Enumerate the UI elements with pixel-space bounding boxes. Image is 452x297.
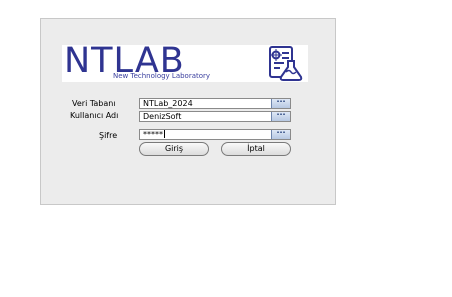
username-value: DenizSoft bbox=[143, 112, 182, 121]
database-value: NTLab_2024 bbox=[143, 99, 193, 108]
username-browse-button[interactable]: ··· bbox=[271, 111, 290, 121]
password-label: Şifre bbox=[99, 131, 118, 140]
username-label: Kullanıcı Adı bbox=[70, 111, 119, 120]
password-field[interactable]: ***** ··· bbox=[139, 129, 291, 140]
cancel-button[interactable]: İptal bbox=[221, 142, 291, 156]
database-label: Veri Tabanı bbox=[72, 99, 116, 108]
database-browse-button[interactable]: ··· bbox=[271, 98, 290, 108]
password-value: ***** bbox=[143, 130, 165, 139]
text-caret bbox=[164, 130, 165, 138]
lab-flask-document-icon bbox=[258, 46, 306, 83]
database-field[interactable]: NTLab_2024 ··· bbox=[139, 98, 291, 109]
logo-tagline: New Technology Laboratory bbox=[113, 72, 211, 80]
ntlab-logo: NTLAB New Technology Laboratory bbox=[62, 41, 308, 83]
username-field[interactable]: DenizSoft ··· bbox=[139, 111, 291, 122]
password-mask: ***** bbox=[143, 130, 163, 139]
login-button[interactable]: Giriş bbox=[139, 142, 209, 156]
password-browse-button[interactable]: ··· bbox=[271, 129, 290, 139]
